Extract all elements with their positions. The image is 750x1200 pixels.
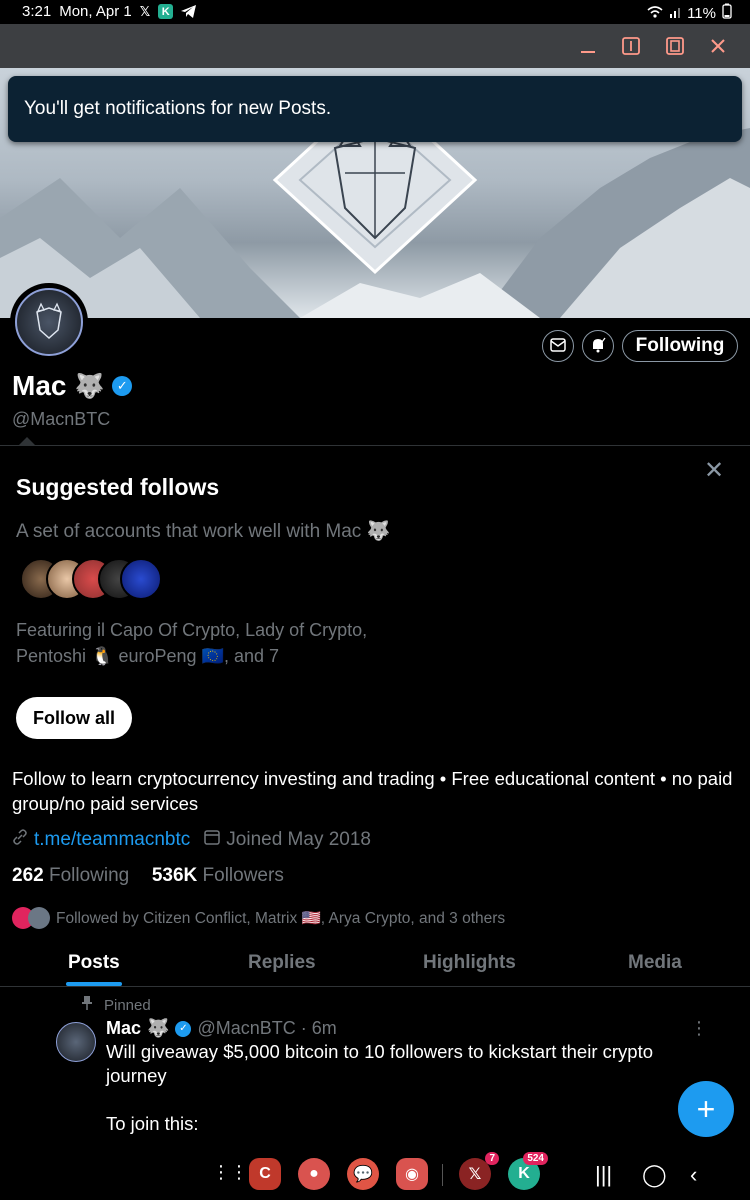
status-time: 3:21 xyxy=(22,3,52,20)
pin-icon xyxy=(82,996,92,1014)
dock-app-kucoin[interactable]: K 524 xyxy=(508,1152,548,1190)
profile-meta: t.me/teammacnbtc Joined May 2018 xyxy=(12,829,371,851)
post-author-avatar[interactable] xyxy=(56,1022,96,1062)
profile-display-name: Mac xyxy=(12,370,67,401)
system-nav-bar: ⋮⋮⋮ C ● 💬 ◉ 𝕏7 K 524 ||| ◯ ‹ xyxy=(0,1150,750,1200)
dock-app-contacts[interactable]: ● xyxy=(298,1158,330,1190)
dock-app-phone[interactable]: C xyxy=(249,1158,281,1190)
following-button[interactable]: Following xyxy=(622,330,738,362)
tab-media[interactable]: Media xyxy=(628,952,682,974)
notification-toast[interactable]: You'll get notifications for new Posts. xyxy=(8,76,742,142)
message-button[interactable] xyxy=(542,330,574,362)
toast-text: You'll get notifications for new Posts. xyxy=(24,98,332,119)
post-author-emoji: 🐺 xyxy=(147,1018,170,1038)
dock-app-camera[interactable]: ◉ xyxy=(396,1158,428,1190)
pinned-text: Pinned xyxy=(104,996,151,1014)
x-notification-badge: 7 xyxy=(485,1152,499,1165)
more-options-icon[interactable]: ⋮ xyxy=(690,1018,708,1039)
verified-badge-icon: ✓ xyxy=(175,1020,192,1037)
close-suggestions-icon[interactable]: ✕ xyxy=(704,456,724,485)
dock-divider xyxy=(442,1164,443,1186)
profile-handle: @MacnBTC xyxy=(12,409,111,429)
battery-icon xyxy=(722,3,732,23)
following-label: Following xyxy=(48,865,130,886)
kucoin-app-icon: K xyxy=(158,4,174,19)
tab-highlights[interactable]: Highlights xyxy=(423,952,516,974)
profile-name: Mac 🐺 ✓ xyxy=(12,370,133,402)
compose-post-button[interactable]: + xyxy=(678,1081,734,1137)
bell-check-icon xyxy=(590,337,606,356)
following-count-link[interactable]: 262 Following xyxy=(12,865,129,886)
profile-link[interactable]: t.me/teammacnbtc xyxy=(34,829,190,851)
suggested-follows-title: Suggested follows xyxy=(16,474,220,500)
back-icon[interactable]: ‹ xyxy=(690,1162,697,1188)
post-author-name[interactable]: Mac xyxy=(106,1018,141,1039)
window-bar xyxy=(0,24,750,68)
split-view-icon[interactable] xyxy=(619,34,643,58)
recents-icon[interactable]: ||| xyxy=(595,1162,612,1188)
divider xyxy=(0,445,750,446)
following-count: 262 xyxy=(12,865,44,886)
wolf-logo-icon xyxy=(15,288,83,356)
home-icon[interactable]: ◯ xyxy=(642,1162,667,1188)
profile-bio: Follow to learn cryptocurrency investing… xyxy=(12,768,733,814)
follow-all-button[interactable]: Follow all xyxy=(16,697,132,739)
profile-avatar[interactable] xyxy=(10,283,88,361)
wifi-icon xyxy=(647,5,663,22)
close-window-icon[interactable] xyxy=(706,34,730,58)
followers-label: Followers xyxy=(202,865,284,886)
post-text: Will giveaway $5,000 bitcoin to 10 follo… xyxy=(106,1041,654,1134)
profile-tabs: Posts Replies Highlights Media xyxy=(0,944,750,987)
x-app-icon: 𝕏 xyxy=(139,3,151,19)
suggested-avatar xyxy=(120,558,162,600)
dock-app-x[interactable]: 𝕏7 xyxy=(459,1152,499,1190)
tab-posts[interactable]: Posts xyxy=(68,952,120,974)
active-tab-indicator xyxy=(66,982,122,986)
follow-counts: 262 Following 536K Followers xyxy=(12,865,284,887)
followed-by-row[interactable]: Followed by Citizen Conflict, Matrix 🇺🇸,… xyxy=(12,907,505,929)
post-header: Mac 🐺 ✓ @MacnBTC · 6m xyxy=(106,1018,337,1039)
suggested-featuring-text: Featuring il Capo Of Crypto, Lady of Cry… xyxy=(16,620,368,666)
status-bar: 3:21 Mon, Apr 1 𝕏 K 11% xyxy=(0,0,750,24)
dock-app-messages[interactable]: 💬 xyxy=(347,1158,379,1190)
envelope-icon xyxy=(550,337,566,355)
maximize-icon[interactable] xyxy=(663,34,687,58)
joined-date: Joined May 2018 xyxy=(226,829,371,850)
followers-count: 536K xyxy=(151,865,198,886)
kucoin-notification-badge: 524 xyxy=(523,1152,548,1165)
signal-icon xyxy=(669,5,681,22)
calendar-icon xyxy=(204,829,221,851)
followers-count-link[interactable]: 536K Followers xyxy=(152,865,284,886)
wolf-emoji-icon: 🐺 xyxy=(74,372,105,400)
verified-badge-icon: ✓ xyxy=(112,376,133,396)
status-date: Mon, Apr 1 xyxy=(59,3,132,20)
battery-level: 11% xyxy=(687,4,716,22)
tab-replies[interactable]: Replies xyxy=(248,952,316,974)
notifications-button[interactable] xyxy=(582,330,614,362)
pinned-label: Pinned xyxy=(82,996,151,1014)
telegram-icon xyxy=(181,5,197,18)
link-icon xyxy=(12,829,28,851)
minimize-icon[interactable] xyxy=(576,34,600,58)
follower-avatar xyxy=(28,907,50,929)
suggested-follows-subtitle: A set of accounts that work well with Ma… xyxy=(16,521,391,542)
followed-by-text: Followed by Citizen Conflict, Matrix 🇺🇸,… xyxy=(56,909,506,927)
plus-icon: + xyxy=(696,1090,716,1127)
post-handle-time: @MacnBTC · 6m xyxy=(197,1018,337,1038)
